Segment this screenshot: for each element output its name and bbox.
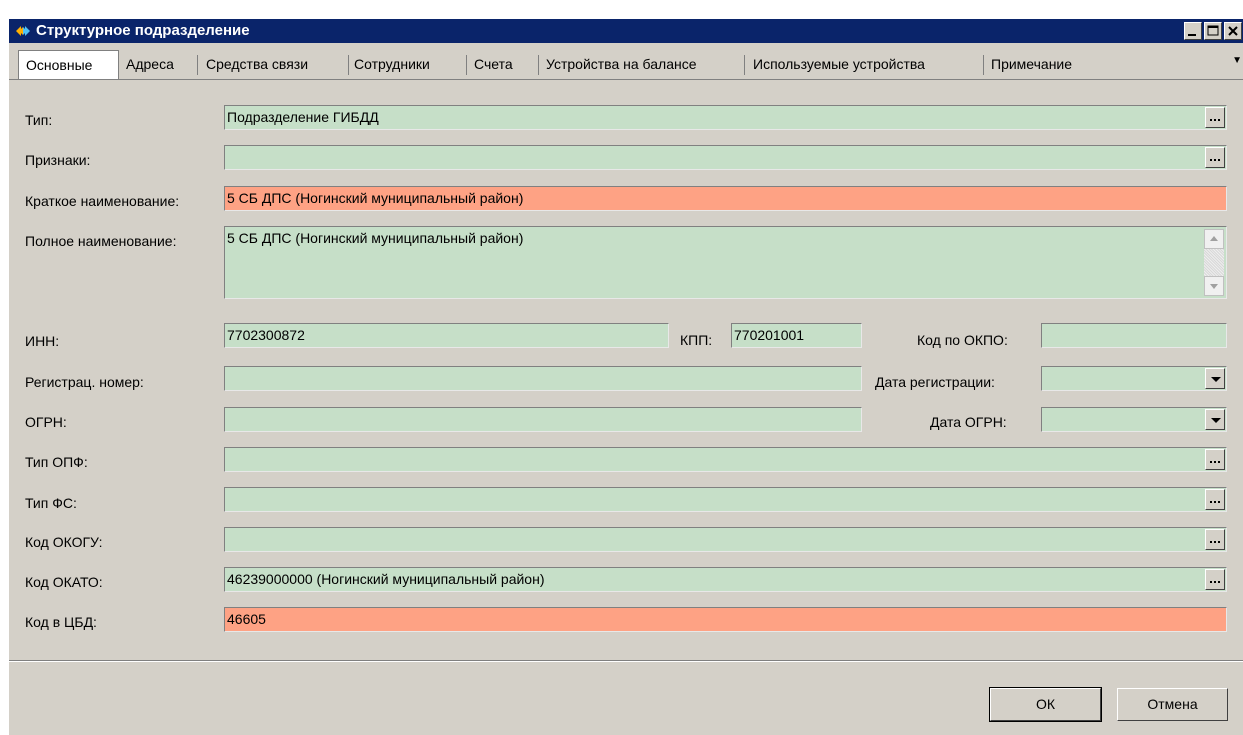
short-name-value: 5 СБ ДПС (Ногинский муниципальный район)	[227, 190, 524, 206]
full-name-label: Полное наименование:	[25, 233, 177, 249]
tab-notes[interactable]: Примечание	[991, 50, 1072, 78]
kpp-label: КПП:	[680, 332, 713, 348]
title-bar[interactable]: Структурное подразделение	[9, 19, 1243, 43]
reg-date-field[interactable]	[1041, 366, 1227, 391]
ogrn-date-field[interactable]	[1041, 407, 1227, 432]
inn-value: 7702300872	[227, 327, 305, 343]
tab-strip: Основные Адреса Средства связи Сотрудник…	[9, 50, 1243, 80]
fs-type-browse-button[interactable]	[1205, 489, 1225, 510]
okato-value: 46239000000 (Ногинский муниципальный рай…	[227, 571, 545, 587]
dialog-window: Структурное подразделение Основные Адрес…	[8, 18, 1243, 735]
full-name-value: 5 СБ ДПС (Ногинский муниципальный район)	[227, 230, 524, 246]
fs-type-field[interactable]	[224, 487, 1227, 512]
tabs-more-chevron-icon[interactable]: ▼	[1232, 55, 1242, 66]
okpo-label: Код по ОКПО:	[917, 332, 1008, 348]
opf-type-field[interactable]	[224, 447, 1227, 472]
cancel-button[interactable]: Отмена	[1117, 688, 1228, 721]
maximize-button[interactable]	[1204, 22, 1222, 40]
close-icon	[1228, 26, 1238, 36]
inn-field[interactable]: 7702300872	[224, 323, 669, 348]
cbd-code-field[interactable]: 46605	[224, 607, 1227, 632]
ogrn-date-label: Дата ОГРН:	[930, 414, 1007, 430]
kpp-field[interactable]: 770201001	[731, 323, 862, 348]
cbd-code-value: 46605	[227, 611, 266, 627]
reg-number-label: Регистрац. номер:	[25, 374, 144, 390]
scroll-down-icon[interactable]	[1204, 276, 1224, 296]
maximize-icon	[1207, 25, 1219, 36]
okato-browse-button[interactable]	[1205, 569, 1225, 590]
tab-used-devices[interactable]: Используемые устройства	[753, 50, 925, 78]
kpp-value: 770201001	[734, 327, 805, 343]
tab-main[interactable]: Основные	[18, 50, 119, 79]
reg-date-label: Дата регистрации:	[875, 374, 995, 390]
full-name-scrollbar[interactable]	[1204, 229, 1224, 296]
ogrn-label: ОГРН:	[25, 414, 67, 430]
minimize-button[interactable]	[1184, 22, 1202, 40]
signs-field[interactable]	[224, 145, 1227, 170]
okato-label: Код ОКАТО:	[25, 574, 103, 590]
ogrn-date-dropdown-icon[interactable]	[1205, 409, 1225, 430]
okpo-field[interactable]	[1041, 323, 1227, 348]
cbd-code-label: Код в ЦБД:	[25, 614, 97, 630]
close-button[interactable]	[1224, 22, 1242, 40]
okato-field[interactable]: 46239000000 (Ногинский муниципальный рай…	[224, 567, 1227, 592]
inn-label: ИНН:	[25, 333, 60, 349]
okogu-browse-button[interactable]	[1205, 529, 1225, 550]
reg-number-field[interactable]	[224, 366, 862, 391]
okogu-field[interactable]	[224, 527, 1227, 552]
opf-type-browse-button[interactable]	[1205, 449, 1225, 470]
opf-type-label: Тип ОПФ:	[25, 454, 88, 470]
type-value: Подразделение ГИБДД	[227, 109, 379, 125]
type-field[interactable]: Подразделение ГИБДД	[224, 105, 1227, 130]
window-title: Структурное подразделение	[36, 22, 250, 39]
signs-browse-button[interactable]	[1205, 147, 1225, 168]
type-browse-button[interactable]	[1205, 107, 1225, 128]
okogu-label: Код ОКОГУ:	[25, 534, 103, 550]
ok-button[interactable]: ОК	[989, 687, 1102, 722]
reg-date-dropdown-icon[interactable]	[1205, 368, 1225, 389]
signs-label: Признаки:	[25, 152, 91, 168]
short-name-label: Краткое наименование:	[25, 193, 180, 209]
tab-employees[interactable]: Сотрудники	[354, 50, 430, 78]
type-label: Тип:	[25, 112, 53, 128]
tab-communications[interactable]: Средства связи	[206, 50, 308, 78]
tab-accounts[interactable]: Счета	[474, 50, 513, 78]
full-name-field[interactable]: 5 СБ ДПС (Ногинский муниципальный район)	[224, 226, 1227, 299]
scroll-up-icon[interactable]	[1204, 229, 1224, 249]
tab-addresses[interactable]: Адреса	[126, 50, 174, 78]
ogrn-field[interactable]	[224, 407, 862, 432]
short-name-field[interactable]: 5 СБ ДПС (Ногинский муниципальный район)	[224, 186, 1227, 211]
minimize-icon	[1188, 34, 1196, 36]
tab-devices-balance[interactable]: Устройства на балансе	[546, 50, 697, 78]
fs-type-label: Тип ФС:	[25, 495, 77, 511]
app-icon	[16, 26, 30, 36]
